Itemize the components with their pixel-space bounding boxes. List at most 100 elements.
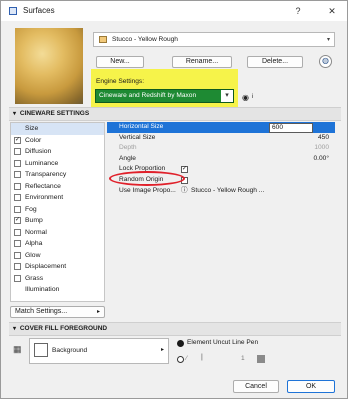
rename-button[interactable]: Rename... bbox=[172, 56, 232, 68]
globe-icon[interactable]: ◍ bbox=[319, 55, 332, 68]
pen-icon: ⁄ bbox=[186, 355, 188, 362]
channel-item[interactable]: Transparency bbox=[11, 169, 104, 181]
horizontal-size-input[interactable]: 600 bbox=[269, 123, 313, 133]
channel-label: Luminance bbox=[25, 159, 59, 167]
channel-item[interactable]: Illumination bbox=[11, 284, 104, 296]
engine-select[interactable]: Cineware and Redshift by Maxon ▾ bbox=[95, 89, 234, 103]
background-swatch bbox=[34, 343, 48, 357]
channel-label: Fog bbox=[25, 205, 37, 213]
surfaces-dialog: Surfaces ? ✕ Stucco - Yellow Rough ▾ New… bbox=[0, 0, 348, 399]
channel-label: Bump bbox=[25, 217, 43, 224]
channel-item[interactable]: Environment bbox=[11, 192, 104, 204]
use-image-proportion-label: Use Image Propo... bbox=[119, 186, 176, 194]
channel-checkbox[interactable] bbox=[14, 240, 21, 247]
channel-checkbox[interactable] bbox=[14, 159, 21, 167]
vertical-size-row[interactable]: Vertical Size 450 bbox=[107, 133, 335, 144]
help-icon[interactable]: ? bbox=[289, 4, 307, 18]
material-swatch bbox=[99, 36, 107, 43]
image-info-icon: ⓘ bbox=[181, 186, 188, 194]
lock-proportion-checkbox[interactable]: ✓ bbox=[181, 166, 188, 174]
channel-checkbox[interactable] bbox=[14, 194, 21, 201]
channel-item[interactable]: Fog bbox=[11, 204, 104, 216]
pen-number[interactable]: 1 bbox=[241, 355, 245, 362]
channel-checkbox[interactable] bbox=[14, 274, 21, 282]
chevron-right-icon: ▸ bbox=[160, 347, 164, 353]
pen-color-swatch[interactable] bbox=[257, 355, 265, 363]
use-image-proportion-row[interactable]: Use Image Propo... ⓘ Stucco - Yellow Rou… bbox=[107, 186, 335, 197]
use-image-proportion-value[interactable]: Stucco - Yellow Rough ... bbox=[191, 186, 264, 197]
background-selector[interactable]: Background ▸ bbox=[29, 338, 169, 364]
channel-label: Illumination bbox=[25, 286, 60, 293]
material-name: Stucco - Yellow Rough bbox=[112, 36, 178, 43]
cancel-button[interactable]: Cancel bbox=[233, 380, 279, 393]
radio-uncut-label: Element Uncut Line Pen bbox=[187, 339, 259, 346]
match-settings-label: Match Settings... bbox=[15, 308, 68, 315]
collapse-icon: ▾ bbox=[13, 326, 17, 332]
horizontal-size-row[interactable]: Horizontal Size 600 bbox=[107, 122, 335, 133]
channel-checkbox[interactable] bbox=[14, 228, 21, 236]
horizontal-size-label: Horizontal Size bbox=[119, 123, 164, 130]
vertical-size-label: Vertical Size bbox=[119, 133, 156, 141]
chevron-right-icon: ▸ bbox=[96, 309, 100, 315]
engine-settings-label: Engine Settings: bbox=[96, 78, 145, 85]
depth-value: 1000 bbox=[314, 144, 329, 152]
channel-label: Grass bbox=[25, 274, 44, 282]
info-icon[interactable]: i bbox=[252, 94, 253, 100]
channel-checkbox[interactable] bbox=[14, 251, 21, 259]
chevron-down-icon: ▾ bbox=[221, 90, 233, 102]
fill-icon: ▦ bbox=[13, 344, 22, 354]
channel-label: Normal bbox=[25, 228, 47, 236]
channel-label: Diffusion bbox=[25, 148, 52, 155]
collapse-icon: ▾ bbox=[13, 111, 17, 117]
channel-checkbox[interactable] bbox=[14, 263, 21, 270]
ok-button[interactable]: OK bbox=[287, 380, 335, 393]
channel-checkbox[interactable]: ✓ bbox=[14, 217, 21, 224]
channel-label: Environment bbox=[25, 194, 64, 201]
channel-checkbox[interactable] bbox=[14, 171, 21, 178]
channel-item[interactable]: Luminance bbox=[11, 158, 104, 170]
channel-item[interactable]: Glow bbox=[11, 250, 104, 262]
radio-custom-pen[interactable] bbox=[177, 356, 184, 363]
radio-uncut-line-pen[interactable] bbox=[177, 340, 184, 347]
channel-item[interactable]: Diffusion bbox=[11, 146, 104, 158]
channel-list: Size ✓ Color Diffusion Luminance Transparency… bbox=[10, 122, 105, 302]
vertical-size-value[interactable]: 450 bbox=[318, 133, 329, 144]
channel-checkbox[interactable]: ✓ bbox=[14, 136, 21, 144]
channel-label: Glow bbox=[25, 251, 41, 259]
annotation-circle bbox=[109, 171, 185, 186]
channel-item[interactable]: Displacement bbox=[11, 261, 104, 273]
depth-row: Depth 1000 bbox=[107, 143, 335, 154]
channel-label: Reflectance bbox=[25, 182, 61, 190]
channel-item[interactable]: ✓ Bump bbox=[11, 215, 104, 227]
material-selector[interactable]: Stucco - Yellow Rough ▾ bbox=[93, 32, 335, 47]
angle-value[interactable]: 0.00° bbox=[314, 154, 329, 165]
channel-checkbox[interactable] bbox=[14, 205, 21, 213]
angle-row[interactable]: Angle 0.00° bbox=[107, 154, 335, 165]
new-button[interactable]: New... bbox=[96, 56, 144, 68]
channel-item[interactable]: Reflectance bbox=[11, 181, 104, 193]
title-bar: Surfaces ? ✕ bbox=[1, 1, 347, 21]
engine-value: Cineware and Redshift by Maxon bbox=[99, 92, 197, 99]
channel-label: Displacement bbox=[25, 263, 67, 270]
eye-icon[interactable]: ◉ bbox=[242, 93, 249, 102]
channel-label: Alpha bbox=[25, 240, 43, 247]
match-settings-button[interactable]: Match Settings... ▸ bbox=[10, 306, 105, 318]
delete-button[interactable]: Delete... bbox=[247, 56, 303, 68]
channel-label: Size bbox=[25, 125, 39, 132]
chevron-down-icon: ▾ bbox=[326, 37, 330, 43]
channel-item[interactable]: Alpha bbox=[11, 238, 104, 250]
cover-fill-title: COVER FILL FOREGROUND bbox=[19, 325, 108, 332]
cineware-settings-header[interactable]: ▾ CINEWARE SETTINGS bbox=[9, 107, 341, 121]
channel-item[interactable]: Grass bbox=[11, 273, 104, 285]
channel-label: Transparency bbox=[25, 171, 67, 178]
channel-checkbox[interactable] bbox=[14, 148, 21, 155]
size-properties-panel: Horizontal Size 600 Vertical Size 450 De… bbox=[107, 122, 335, 317]
channel-item[interactable]: Normal bbox=[11, 227, 104, 239]
pen-separator: | bbox=[201, 354, 203, 361]
channel-item[interactable]: Size bbox=[11, 123, 104, 135]
material-preview-sphere bbox=[15, 28, 83, 104]
channel-checkbox[interactable] bbox=[14, 182, 21, 190]
channel-item[interactable]: ✓ Color bbox=[11, 135, 104, 147]
close-icon[interactable]: ✕ bbox=[323, 4, 341, 18]
cover-fill-header[interactable]: ▾ COVER FILL FOREGROUND bbox=[9, 322, 341, 336]
